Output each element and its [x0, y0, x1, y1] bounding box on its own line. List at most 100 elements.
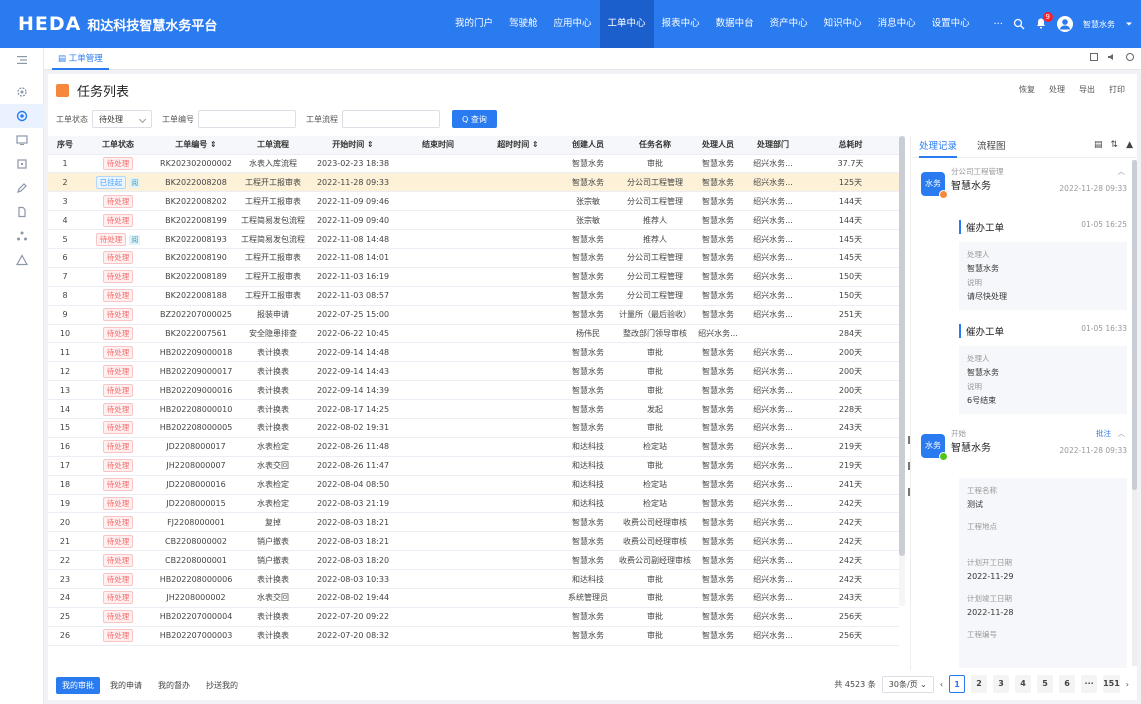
column-header[interactable]: 工单编号 ⇕ [154, 136, 238, 155]
column-header[interactable]: 序号 [48, 136, 82, 155]
column-header[interactable]: 开始时间 ⇕ [308, 136, 398, 155]
table-row[interactable]: 16 待处理 JD2208000017 水表检定 2022-08-26 11:48 和达科… [48, 437, 899, 457]
nav-item[interactable]: 应用中心 [546, 0, 600, 48]
footer-tab[interactable]: 抄送我的 [200, 677, 244, 694]
table-row[interactable]: 22 待处理 CB2208000001 销户撤表 2022-08-03 18:20 智慧水… [48, 550, 899, 571]
table-row[interactable]: 17 待处理 JH2208000007 水表交回 2022-08-26 11:47 和达科… [48, 456, 899, 476]
table-row[interactable]: 4 待处理 BK2022008199 工程简易发包流程 2022-11-09 09:40… [48, 210, 899, 231]
column-header[interactable]: 超时时间 ⇕ [478, 136, 558, 155]
fullscreen-icon[interactable] [1089, 52, 1099, 62]
page-number-button[interactable]: 4 [1015, 675, 1032, 693]
table-row[interactable]: 20 待处理 FJ2208000001 复掉 2022-08-03 18:21 智慧水务收… [48, 512, 899, 533]
flow-filter-input[interactable] [342, 110, 440, 128]
collapse-up-icon[interactable]: ▲ [1126, 140, 1133, 150]
collapse-menu-icon[interactable] [0, 48, 44, 72]
tab-workorder-management[interactable]: ▤ 工单管理 [52, 48, 109, 70]
panel-scrollbar[interactable] [1132, 160, 1137, 666]
chevron-down-icon[interactable] [1125, 20, 1133, 28]
column-header[interactable]: 任务名称 [618, 136, 692, 155]
footer-tab[interactable]: 我的审批 [56, 676, 100, 694]
table-row[interactable]: 8 待处理 BK2022008188 工程开工报审表 2022-11-03 08:57 智… [48, 286, 899, 306]
table-scrollbar[interactable] [899, 136, 905, 606]
column-header[interactable]: 总耗时 [802, 136, 899, 155]
table-row[interactable]: 15 待处理 HB202208000005 表计换表 2022-08-02 19:31 智… [48, 418, 899, 438]
table-row[interactable]: 2 已挂起阅 BK2022008208 工程开工报审表 2022-11-28 09:33… [48, 172, 899, 193]
monitor-icon[interactable] [0, 128, 44, 152]
document-icon[interactable] [0, 200, 44, 224]
network-icon[interactable] [0, 224, 44, 248]
user-avatar[interactable] [1057, 16, 1073, 32]
prev-page-button[interactable]: ‹ [940, 680, 943, 689]
header-action-button[interactable]: 打印 [1105, 82, 1129, 97]
code-filter-input[interactable] [198, 110, 296, 128]
table-row[interactable]: 9 待处理 BZ202207000025 报装申请 2022-07-25 15:00 智慧… [48, 305, 899, 325]
panel-scroll-thumb[interactable] [1132, 160, 1137, 490]
nav-item[interactable]: 报表中心 [654, 0, 708, 48]
table-row[interactable]: 10 待处理 BK2022007561 安全隐患排查 2022-06-22 10:45 杨… [48, 324, 899, 344]
nav-item[interactable]: 资产中心 [762, 0, 816, 48]
query-button[interactable]: Q 查询 [452, 110, 497, 128]
table-row[interactable]: 26 待处理 HB202207000003 表计换表 2022-07-20 08:32 智… [48, 626, 899, 646]
table-row[interactable]: 11 待处理 HB202209000018 表计换表 2022-09-14 14:48 智… [48, 342, 899, 363]
notification-bell[interactable]: 9 [1035, 11, 1053, 32]
nav-item[interactable]: 消息中心 [870, 0, 924, 48]
nav-item[interactable]: 驾驶舱 [501, 0, 546, 48]
next-page-button[interactable]: › [1126, 680, 1129, 689]
sound-icon[interactable] [1107, 52, 1117, 62]
table-row[interactable]: 25 待处理 HB202207000004 表计换表 2022-07-20 09:22 智… [48, 607, 899, 627]
table-row[interactable]: 23 待处理 HB202208000006 表计换表 2022-08-03 10:33 和… [48, 569, 899, 589]
column-header[interactable]: 工单流程 [238, 136, 308, 155]
nav-item[interactable]: 设置中心 [924, 0, 978, 48]
settings-icon[interactable] [0, 80, 44, 104]
workorder-icon[interactable] [0, 104, 44, 128]
page-number-button[interactable]: ··· [1081, 675, 1098, 693]
status-filter-select[interactable]: 待处理 [92, 110, 152, 128]
brand[interactable]: HEDA 和达科技智慧水务平台 [0, 0, 217, 48]
tab-flow-chart[interactable]: 流程图 [977, 136, 1006, 158]
more-menu-button[interactable]: ··· [993, 19, 1003, 30]
nav-item[interactable]: 数据中台 [708, 0, 762, 48]
table-row[interactable]: 21 待处理 CB2208000002 销户撤表 2022-08-03 18:21 智慧水… [48, 531, 899, 552]
header-action-button[interactable]: 导出 [1075, 82, 1099, 97]
table-row[interactable]: 19 待处理 JD2208000015 水表检定 2022-08-03 21:19 和达科… [48, 494, 899, 514]
page-number-button[interactable]: 151 [1103, 675, 1120, 693]
user-name[interactable]: 智慧水务 [1083, 19, 1115, 30]
file-icon[interactable]: ▤ [1094, 140, 1103, 150]
table-row[interactable]: 1 待处理 RK202302000002 水表入库流程 2023-02-23 18:38… [48, 154, 899, 174]
table-row[interactable]: 7 待处理 BK2022008189 工程开工报审表 2022-11-03 16:19 智… [48, 267, 899, 287]
warning-icon[interactable] [0, 248, 44, 272]
header-action-button[interactable]: 处理 [1045, 82, 1069, 97]
table-row[interactable]: 5 待处理阅 BK2022008193 工程简易发包流程 2022-11-08 14:4… [48, 229, 899, 249]
table-row[interactable]: 14 待处理 HB202208000010 表计换表 2022-08-17 14:25 智… [48, 399, 899, 419]
search-icon[interactable] [1013, 18, 1025, 30]
page-number-button[interactable]: 6 [1059, 675, 1076, 693]
table-row[interactable]: 6 待处理 BK2022008190 工程开工报审表 2022-11-08 14:01 智… [48, 248, 899, 268]
nav-item[interactable]: 知识中心 [816, 0, 870, 48]
table-row[interactable]: 12 待处理 HB202209000017 表计换表 2022-09-14 14:43 智… [48, 361, 899, 382]
page-number-button[interactable]: 1 [949, 675, 966, 693]
column-header[interactable]: 工单状态 [82, 136, 154, 155]
tab-process-record[interactable]: 处理记录 [919, 136, 958, 158]
table-row[interactable]: 24 待处理 JH2208000002 水表交回 2022-08-02 19:44 系统管… [48, 588, 899, 608]
column-header[interactable]: 结束时间 [398, 136, 478, 155]
page-number-button[interactable]: 3 [993, 675, 1010, 693]
column-header[interactable]: 创建人员 [558, 136, 618, 155]
nav-item[interactable]: 我的门户 [447, 0, 501, 48]
footer-tab[interactable]: 我的督办 [152, 677, 196, 694]
annotation-link[interactable]: 批注 [1096, 428, 1111, 439]
page-number-button[interactable]: 2 [971, 675, 988, 693]
page-size-select[interactable]: 30条/页 ⌄ [881, 675, 934, 693]
column-header[interactable]: 处理人员 [692, 136, 744, 155]
edit-icon[interactable] [0, 176, 44, 200]
header-action-button[interactable]: 恢复 [1015, 82, 1039, 97]
column-header[interactable]: 处理部门 [744, 136, 802, 155]
table-row[interactable]: 3 待处理 BK2022008202 工程开工报审表 2022-11-09 09:46 张… [48, 191, 899, 212]
asset-icon[interactable] [0, 152, 44, 176]
table-scroll-thumb[interactable] [899, 136, 905, 556]
refresh-icon[interactable] [1125, 52, 1135, 62]
footer-tab[interactable]: 我的申请 [104, 677, 148, 694]
sort-icon[interactable]: ⇅ [1111, 140, 1119, 150]
nav-item[interactable]: 工单中心 [599, 0, 654, 48]
table-row[interactable]: 13 待处理 HB202209000016 表计换表 2022-09-14 14:39 智… [48, 380, 899, 401]
collapse-chevron-icon[interactable]: ︿ [1118, 428, 1126, 439]
